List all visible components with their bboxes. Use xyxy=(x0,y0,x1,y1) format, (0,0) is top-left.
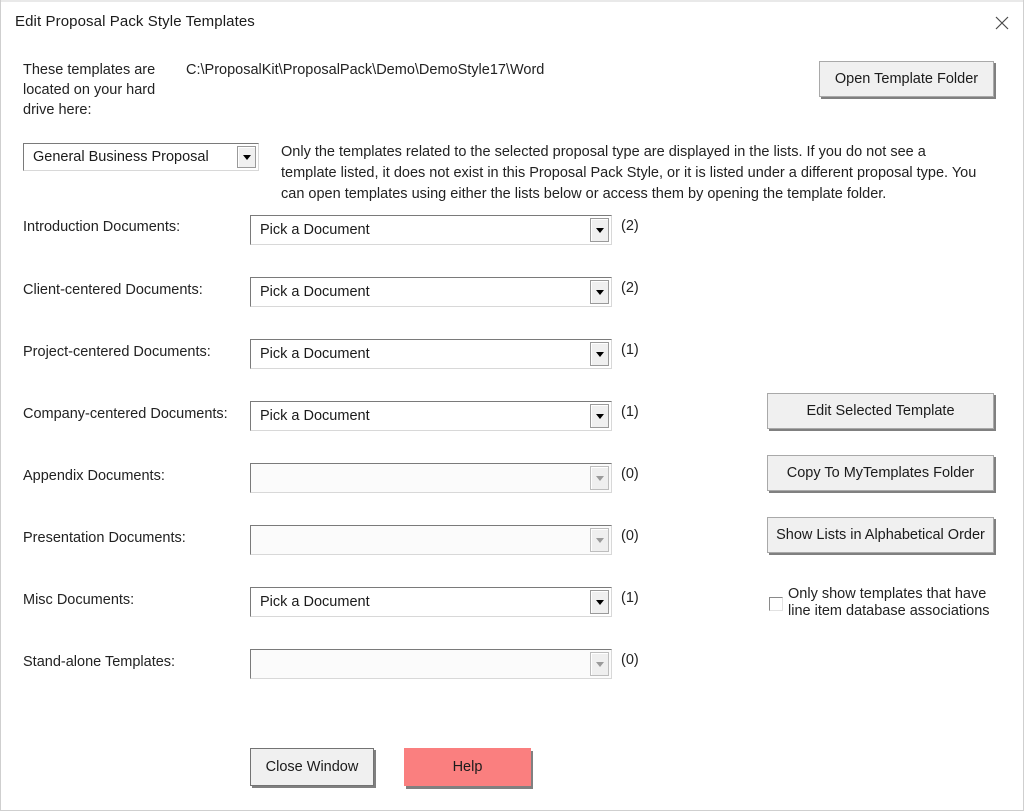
help-button[interactable]: Help xyxy=(404,748,531,786)
document-select-7[interactable] xyxy=(250,649,612,679)
row-label-7: Stand-alone Templates: xyxy=(23,654,176,670)
chevron-down-icon[interactable] xyxy=(590,342,609,366)
row-count-4: (0) xyxy=(621,466,639,482)
proposal-type-select[interactable]: General Business Proposal xyxy=(23,143,259,171)
document-select-value-2: Pick a Document xyxy=(260,346,370,362)
chevron-down-icon[interactable] xyxy=(590,280,609,304)
chevron-down-icon[interactable] xyxy=(590,466,609,490)
chevron-down-icon[interactable] xyxy=(590,218,609,242)
document-select-5[interactable] xyxy=(250,525,612,555)
show-alphabetical-button[interactable]: Show Lists in Alphabetical Order xyxy=(767,517,994,553)
document-select-value-3: Pick a Document xyxy=(260,408,370,424)
chevron-down-icon[interactable] xyxy=(590,404,609,428)
document-select-value-6: Pick a Document xyxy=(260,594,370,610)
row-label-0: Introduction Documents: xyxy=(23,219,181,235)
edit-selected-template-button[interactable]: Edit Selected Template xyxy=(767,393,994,429)
row-count-7: (0) xyxy=(621,652,639,668)
row-label-4: Appendix Documents: xyxy=(23,468,165,484)
document-select-4[interactable] xyxy=(250,463,612,493)
row-count-5: (0) xyxy=(621,528,639,544)
document-select-value-0: Pick a Document xyxy=(260,222,370,238)
row-count-1: (2) xyxy=(621,280,639,296)
document-select-0[interactable]: Pick a Document xyxy=(250,215,612,245)
row-count-2: (1) xyxy=(621,342,639,358)
document-select-3[interactable]: Pick a Document xyxy=(250,401,612,431)
window-title: Edit Proposal Pack Style Templates xyxy=(15,13,255,30)
row-label-3: Company-centered Documents: xyxy=(23,406,228,422)
document-select-1[interactable]: Pick a Document xyxy=(250,277,612,307)
filter-templates-checkbox[interactable] xyxy=(769,597,783,611)
location-label: These templates are located on your hard… xyxy=(23,62,156,118)
copy-to-mytemplates-button[interactable]: Copy To MyTemplates Folder xyxy=(767,455,994,491)
dialog-window: Edit Proposal Pack Style Templates These… xyxy=(0,0,1024,811)
row-label-2: Project-centered Documents: xyxy=(23,344,211,360)
row-label-1: Client-centered Documents: xyxy=(23,282,203,298)
filter-templates-label-line1: Only show templates that have xyxy=(788,586,987,602)
document-select-2[interactable]: Pick a Document xyxy=(250,339,612,369)
proposal-type-value: General Business Proposal xyxy=(33,149,209,165)
chevron-down-icon[interactable] xyxy=(590,528,609,552)
close-icon[interactable] xyxy=(979,2,1023,43)
document-select-value-1: Pick a Document xyxy=(260,284,370,300)
open-template-folder-button[interactable]: Open Template Folder xyxy=(819,61,994,97)
row-label-6: Misc Documents: xyxy=(23,592,135,608)
close-window-button[interactable]: Close Window xyxy=(250,748,374,786)
chevron-down-icon[interactable] xyxy=(590,590,609,614)
filter-templates-label: Only show templates that have line item … xyxy=(788,586,990,620)
document-select-6[interactable]: Pick a Document xyxy=(250,587,612,617)
filter-templates-label-line2: line item database associations xyxy=(788,603,990,619)
row-label-5: Presentation Documents: xyxy=(23,530,186,546)
template-path: C:\ProposalKit\ProposalPack\Demo\DemoSty… xyxy=(186,62,545,78)
title-bar: Edit Proposal Pack Style Templates xyxy=(1,0,1023,43)
row-count-0: (2) xyxy=(621,218,639,234)
chevron-down-icon[interactable] xyxy=(237,146,256,168)
instructions-text: Only the templates related to the select… xyxy=(281,144,977,202)
chevron-down-icon[interactable] xyxy=(590,652,609,676)
row-count-3: (1) xyxy=(621,404,639,420)
row-count-6: (1) xyxy=(621,590,639,606)
